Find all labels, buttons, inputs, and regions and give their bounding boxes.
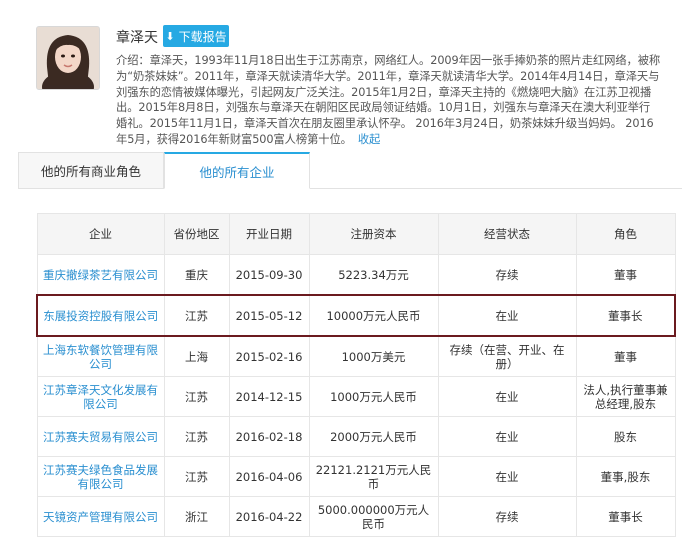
company-link[interactable]: 江苏赛夫贸易有限公司 [36, 416, 165, 457]
tab-business-roles[interactable]: 他的所有商业角色 [18, 152, 164, 188]
status-cell: 在业 [437, 294, 577, 337]
capital-cell: 10000万元人民币 [308, 294, 439, 337]
status-cell: 在业 [437, 416, 577, 457]
capital-cell: 2000万元人民币 [308, 416, 439, 457]
region-cell: 江苏 [163, 416, 230, 457]
company-link[interactable]: 上海东软餐饮管理有限公司 [36, 335, 165, 377]
company-link[interactable]: 天镜资产管理有限公司 [36, 496, 165, 537]
role-cell: 股东 [575, 416, 676, 457]
company-link[interactable]: 江苏章泽天文化发展有限公司 [36, 376, 165, 417]
col-header-region: 省份地区 [163, 213, 230, 255]
open-date-cell: 2016-04-06 [228, 456, 310, 497]
companies-table-container: 企业 省份地区 开业日期 注册资本 经营状态 角色 重庆撤绿茶艺有限公司 重庆 … [36, 213, 676, 537]
intro-label: 介绍： [116, 54, 150, 67]
table-row: 江苏赛夫贸易有限公司 江苏 2016-02-18 2000万元人民币 在业 股东 [36, 416, 676, 457]
col-header-role: 角色 [575, 213, 676, 255]
company-link[interactable]: 重庆撤绿茶艺有限公司 [36, 254, 165, 296]
table-row: 上海东软餐饮管理有限公司 上海 2015-02-16 1000万美元 存续（在营… [36, 335, 676, 377]
role-cell: 董事 [575, 254, 676, 296]
open-date-cell: 2016-04-22 [228, 496, 310, 537]
open-date-cell: 2015-02-16 [228, 335, 310, 377]
open-date-cell: 2014-12-15 [228, 376, 310, 417]
collapse-link[interactable]: 收起 [358, 133, 381, 146]
download-report-button[interactable]: ⬇ 下载报告 [163, 25, 229, 47]
person-name: 章泽天 [116, 30, 158, 46]
capital-cell: 22121.2121万元人民币 [308, 456, 439, 497]
status-cell: 存续（在营、开业、在册） [437, 335, 577, 377]
open-date-cell: 2016-02-18 [228, 416, 310, 457]
company-link[interactable]: 江苏赛夫绿色食品发展有限公司 [36, 456, 165, 497]
table-row: 江苏赛夫绿色食品发展有限公司 江苏 2016-04-06 22121.2121万… [36, 456, 676, 497]
company-link[interactable]: 东展投资控股有限公司 [36, 294, 165, 337]
intro-text: 章泽天，1993年11月18日出生于江苏南京，网络红人。2009年因一张手捧奶茶… [116, 54, 661, 146]
region-cell: 江苏 [163, 456, 230, 497]
open-date-cell: 2015-05-12 [228, 294, 310, 337]
table-header-row: 企业 省份地区 开业日期 注册资本 经营状态 角色 [36, 213, 676, 255]
table-row: 江苏章泽天文化发展有限公司 江苏 2014-12-15 1000万元人民币 在业… [36, 376, 676, 417]
capital-cell: 1000万元人民币 [308, 376, 439, 417]
region-cell: 江苏 [163, 376, 230, 417]
role-cell: 董事长 [575, 496, 676, 537]
avatar [36, 26, 100, 90]
status-cell: 在业 [437, 376, 577, 417]
col-header-capital: 注册资本 [308, 213, 439, 255]
status-cell: 存续 [437, 254, 577, 296]
region-cell: 上海 [163, 335, 230, 377]
companies-table: 企业 省份地区 开业日期 注册资本 经营状态 角色 重庆撤绿茶艺有限公司 重庆 … [36, 213, 676, 537]
status-cell: 在业 [437, 456, 577, 497]
role-cell: 董事,股东 [575, 456, 676, 497]
open-date-cell: 2015-09-30 [228, 254, 310, 296]
profile-header: 章泽天 ⬇ 下载报告 介绍：章泽天，1993年11月18日出生于江苏南京，网络红… [0, 0, 700, 146]
capital-cell: 5223.34万元 [308, 254, 439, 296]
table-row: 重庆撤绿茶艺有限公司 重庆 2015-09-30 5223.34万元 存续 董事 [36, 254, 676, 296]
capital-cell: 1000万美元 [308, 335, 439, 377]
table-row-highlighted: 东展投资控股有限公司 江苏 2015-05-12 10000万元人民币 在业 董… [36, 294, 676, 337]
tab-all-companies[interactable]: 他的所有企业 [164, 152, 310, 189]
role-cell: 董事长 [575, 294, 676, 337]
avatar-image [37, 27, 99, 89]
tab-bar: 他的所有商业角色 他的所有企业 [18, 152, 682, 189]
col-header-company: 企业 [36, 213, 165, 255]
col-header-status: 经营状态 [437, 213, 577, 255]
download-report-label: 下载报告 [178, 29, 227, 44]
intro-paragraph: 介绍：章泽天，1993年11月18日出生于江苏南京，网络红人。2009年因一张手… [116, 53, 661, 148]
capital-cell: 5000.000000万元人民币 [308, 496, 439, 537]
role-cell: 法人,执行董事兼总经理,股东 [575, 376, 676, 417]
region-cell: 江苏 [163, 294, 230, 337]
role-cell: 董事 [575, 335, 676, 377]
download-icon: ⬇ [165, 29, 175, 43]
col-header-open-date: 开业日期 [228, 213, 310, 255]
table-row: 天镜资产管理有限公司 浙江 2016-04-22 5000.000000万元人民… [36, 496, 676, 537]
region-cell: 浙江 [163, 496, 230, 537]
status-cell: 存续 [437, 496, 577, 537]
region-cell: 重庆 [163, 254, 230, 296]
